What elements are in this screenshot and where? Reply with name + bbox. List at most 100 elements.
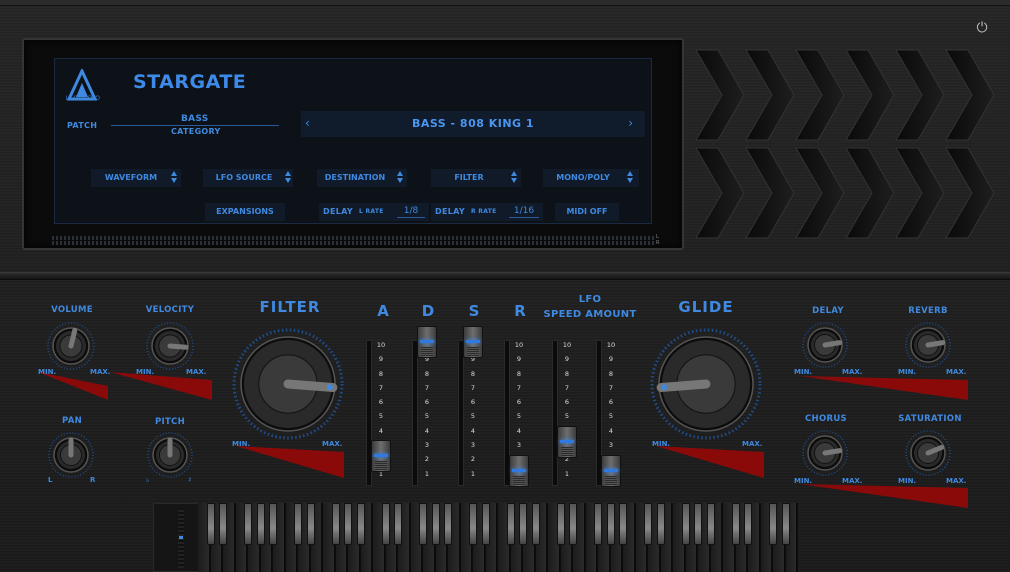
pan-label: PAN [61, 416, 83, 426]
black-key[interactable] [606, 503, 615, 545]
chorus-max: MAX. [842, 477, 863, 485]
saturation-label: SATURATION [898, 414, 962, 424]
pitch-knob[interactable] [147, 432, 193, 482]
scale-tick-label: 9 [608, 355, 614, 364]
black-key[interactable] [644, 503, 652, 545]
knob-graphic [47, 322, 95, 370]
scale-tick-label: 6 [516, 398, 522, 407]
patch-next-button[interactable]: › [628, 116, 633, 130]
waveform-select[interactable]: WAVEFORM [91, 169, 181, 187]
scale-tick-label: 6 [378, 398, 384, 407]
pitch-min: ♭ [146, 476, 150, 484]
glide-knob[interactable] [650, 328, 762, 444]
reverb-knob[interactable] [905, 322, 951, 372]
glide-max: MAX. [742, 440, 763, 448]
display-screen: LFOAUDIO STARGATE PATCH BASS CATEGORY ‹ … [54, 58, 652, 224]
patch-selector: ‹ BASS - 808 KING 1 › [301, 111, 645, 137]
filter-knob[interactable] [232, 328, 344, 444]
black-key[interactable] [781, 503, 790, 545]
black-key[interactable] [306, 503, 315, 545]
black-key[interactable] [731, 503, 740, 545]
category-value[interactable]: BASS [181, 114, 209, 124]
black-key[interactable] [769, 503, 777, 545]
category-divider [111, 125, 279, 126]
delay-r-value[interactable]: 1/16 [509, 204, 539, 218]
lfo-source-select[interactable]: LFO SOURCE [203, 169, 293, 187]
black-key[interactable] [506, 503, 515, 545]
volume-knob[interactable] [47, 322, 95, 374]
patch-name[interactable]: BASS - 808 KING 1 [301, 117, 645, 130]
black-key[interactable] [431, 503, 440, 545]
scale-tick-label: 8 [378, 369, 384, 378]
black-key[interactable] [419, 503, 427, 545]
black-key[interactable] [206, 503, 215, 545]
black-key[interactable] [619, 503, 627, 545]
pitch-max: ♯ [188, 476, 192, 484]
delay-label: DELAY [812, 306, 844, 316]
scale-tick-label: 7 [424, 383, 430, 392]
knob-graphic [905, 322, 951, 368]
waveform-updown-icon[interactable] [171, 171, 178, 184]
power-icon[interactable]: ⏻ [974, 20, 990, 36]
black-key[interactable] [681, 503, 690, 545]
black-key[interactable] [394, 503, 402, 545]
black-key[interactable] [244, 503, 252, 545]
piano-keyboard[interactable] [198, 503, 798, 572]
black-key[interactable] [481, 503, 490, 545]
black-key[interactable] [594, 503, 602, 545]
filter-updown-icon[interactable] [511, 171, 518, 184]
release-slider-thumb[interactable] [509, 454, 529, 487]
mod-wheel[interactable] [153, 503, 199, 572]
black-key[interactable] [294, 503, 302, 545]
black-key[interactable] [519, 503, 527, 545]
lfo_speed-slider-thumb[interactable] [557, 426, 577, 459]
filter-select[interactable]: FILTER [431, 169, 521, 187]
lfo-title: LFO [578, 294, 602, 305]
scale-tick-label: 4 [378, 426, 384, 435]
chorus-knob[interactable] [802, 430, 848, 480]
destination-select[interactable]: DESTINATION [317, 169, 407, 187]
attack-slider-thumb[interactable] [371, 440, 391, 473]
lfo_amount-slider-thumb[interactable] [601, 454, 621, 487]
chevron-shape [695, 49, 745, 141]
black-key[interactable] [469, 503, 477, 545]
meter-r-label: R [656, 240, 660, 246]
scale-tick-label: 2 [470, 455, 476, 464]
black-key[interactable] [219, 503, 227, 545]
black-key[interactable] [706, 503, 715, 545]
pan-min: L [48, 476, 53, 484]
black-key[interactable] [656, 503, 665, 545]
black-key[interactable] [331, 503, 340, 545]
black-key[interactable] [381, 503, 390, 545]
black-key[interactable] [269, 503, 277, 545]
pan-knob[interactable] [48, 432, 94, 482]
black-key[interactable] [444, 503, 452, 545]
decay-label: D [421, 302, 435, 320]
lfo-source-updown-icon[interactable] [285, 171, 292, 184]
decay-slider-thumb[interactable] [417, 326, 437, 358]
sustain-slider-thumb[interactable] [463, 326, 483, 358]
meter-right [52, 241, 656, 245]
saturation-knob[interactable] [905, 430, 951, 480]
velocity-knob[interactable] [146, 322, 194, 374]
expansions-button[interactable]: EXPANSIONS [205, 203, 285, 221]
black-key[interactable] [256, 503, 265, 545]
black-key[interactable] [694, 503, 702, 545]
volume-max: MAX. [90, 368, 111, 376]
black-key[interactable] [344, 503, 352, 545]
delay-reverb-wedge [800, 376, 968, 400]
destination-updown-icon[interactable] [397, 171, 404, 184]
mono-poly-updown-icon[interactable] [627, 171, 634, 184]
black-key[interactable] [356, 503, 365, 545]
pan-max: R [90, 476, 96, 484]
black-key[interactable] [531, 503, 540, 545]
delay-l-value[interactable]: 1/8 [397, 204, 425, 218]
section-divider [0, 272, 1010, 280]
mono-poly-select[interactable]: MONO/POLY [543, 169, 639, 187]
black-key[interactable] [569, 503, 577, 545]
black-key[interactable] [744, 503, 752, 545]
delay-r-sublabel: R RATE [471, 208, 497, 215]
midi-button[interactable]: MIDI OFF [555, 203, 619, 221]
black-key[interactable] [556, 503, 565, 545]
delay-knob[interactable] [802, 322, 848, 372]
